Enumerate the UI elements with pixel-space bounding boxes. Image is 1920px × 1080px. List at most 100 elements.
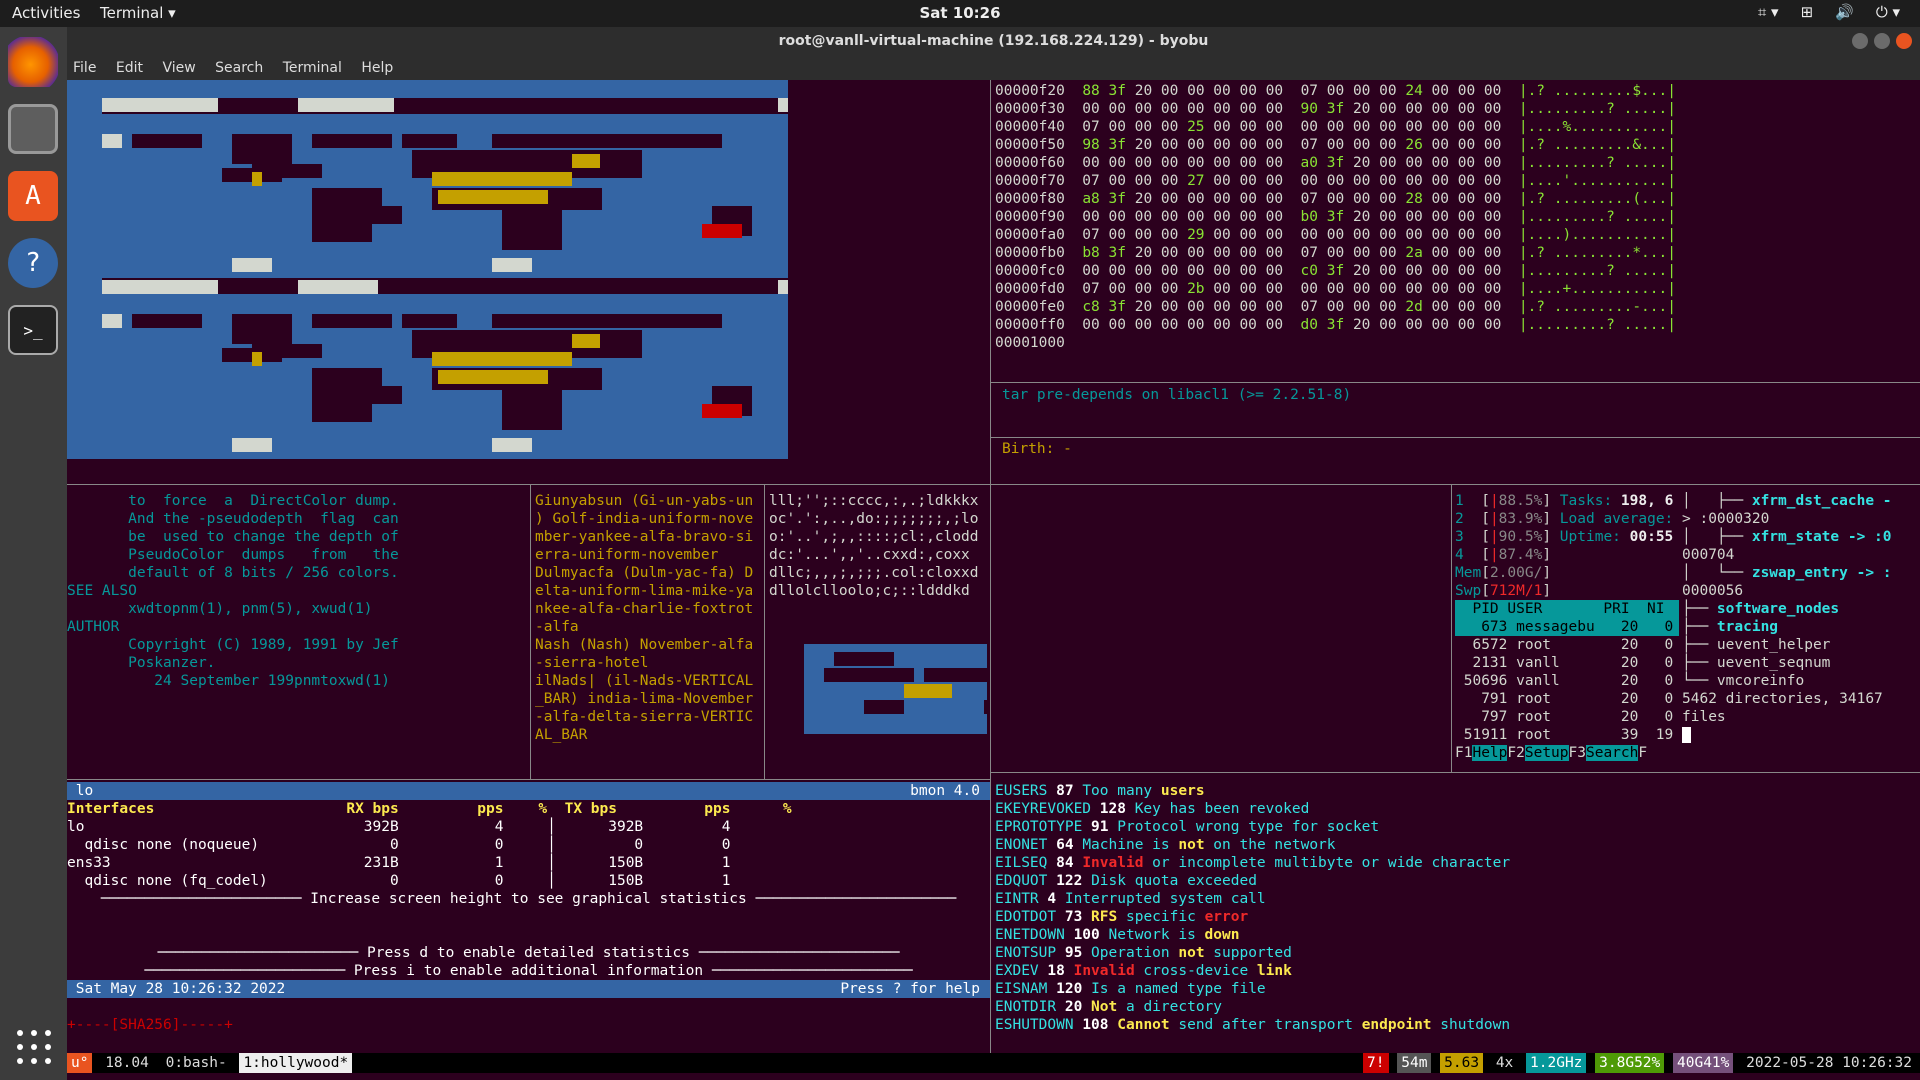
- nato-line: elta-uniform-lima-mike-ya: [535, 583, 754, 599]
- firefox-icon[interactable]: [8, 37, 58, 87]
- help-icon[interactable]: ?: [8, 238, 58, 288]
- manpage-pane[interactable]: to force a DirectColor dump. And the -ps…: [67, 492, 527, 777]
- window-titlebar[interactable]: root@vanll-virtual-machine (192.168.224.…: [67, 27, 1920, 56]
- nato-phonetic-pane[interactable]: Giunyabsun (Gi-un-yabs-un) Golf-india-un…: [535, 492, 763, 777]
- menu-terminal[interactable]: Terminal: [283, 60, 342, 76]
- pane-divider[interactable]: [990, 80, 991, 1053]
- tree-line: ├── software_nodes: [1682, 601, 1840, 617]
- bmon-detail-message: ─────────────────────── Press d to enabl…: [157, 945, 900, 961]
- stat-birth-line: Birth: -: [1002, 441, 1072, 457]
- pane-divider[interactable]: [990, 437, 1920, 438]
- process-row[interactable]: 797 root 20 0: [1455, 708, 1679, 726]
- small-ascii-text: lll;'';::cccc,:,.;ldkkkx oc'.':,..,do:;;;…: [769, 492, 989, 607]
- hexdump-row: 00000f80 a8 3f 20 00 00 00 00 00 07 00 0…: [995, 191, 1676, 207]
- process-row[interactable]: 50696 vanll 20 0: [1455, 672, 1679, 690]
- system-tray[interactable]: ⌗ ▾ ⊞ 🔊 ⏻ ▾: [1758, 3, 1900, 21]
- bmon-interface-row[interactable]: ens33 231B 1 │ 150B 1: [67, 854, 990, 872]
- manpage-line: AUTHOR: [67, 619, 120, 635]
- fkey[interactable]: F1Help: [1455, 745, 1508, 761]
- terminal-icon[interactable]: >_: [8, 305, 58, 355]
- htop-pane[interactable]: 1 [|88.5%] Tasks: 198, 6 2 [|83.9%] Load …: [1455, 492, 1679, 772]
- pane-divider[interactable]: [764, 484, 765, 779]
- terminal-area[interactable]: 00000f20 88 3f 20 00 00 00 00 00 07 00 0…: [67, 80, 1920, 1073]
- show-applications-icon[interactable]: [14, 1027, 54, 1067]
- nato-line: _BAR) india-lima-November: [535, 691, 754, 707]
- nato-line: Giunyabsun (Gi-un-yabs-un: [535, 493, 754, 509]
- manpage-line: Copyright (C) 1989, 1991 by Jef: [67, 637, 399, 653]
- pane-divider[interactable]: [990, 772, 1920, 773]
- nato-line: nkee-alfa-charlie-foxtrot: [535, 601, 754, 617]
- menu-view[interactable]: View: [162, 60, 195, 76]
- cursor: [1682, 726, 1920, 744]
- process-row[interactable]: 51911 root 39 19: [1455, 726, 1679, 744]
- hexdump-row: 00000fd0 07 00 00 00 2b 00 00 00 00 00 0…: [995, 281, 1676, 297]
- nato-line: -alfa: [535, 619, 579, 635]
- menu-help[interactable]: Help: [361, 60, 393, 76]
- pane-divider[interactable]: [530, 484, 531, 779]
- tree-pane[interactable]: │ ├── xfrm_dst_cache - > :0000320 │ ├── xf…: [1682, 492, 1920, 772]
- hexdump-row: 00000f50 98 3f 20 00 00 00 00 00 07 00 0…: [995, 137, 1676, 153]
- process-row[interactable]: 6572 root 20 0: [1455, 636, 1679, 654]
- window-tab-1[interactable]: 1:hollywood*: [239, 1053, 353, 1073]
- clock[interactable]: Sat 10:26: [0, 4, 1920, 22]
- hexdump-pane[interactable]: 00000f20 88 3f 20 00 00 00 00 00 07 00 0…: [995, 82, 1920, 382]
- power-icon[interactable]: ⏻ ▾: [1876, 3, 1900, 21]
- bmon-pane[interactable]: lo bmon 4.0 Interfaces RX bps pps % TX bps…: [67, 782, 990, 1032]
- bmon-interface-row[interactable]: qdisc none (fq_codel) 0 0 │ 150B 1: [67, 872, 990, 890]
- input-method-icon[interactable]: ⌗ ▾: [1758, 3, 1779, 21]
- pane-divider[interactable]: [67, 484, 1920, 485]
- cpu-meter: 3 [|90.5%] Uptime: 00:55: [1455, 529, 1674, 545]
- menu-file[interactable]: File: [73, 60, 96, 76]
- ascii-art-pane: [67, 80, 788, 459]
- bmon-interface-row[interactable]: lo 392B 4 │ 392B 4: [67, 818, 990, 836]
- menu-edit[interactable]: Edit: [116, 60, 143, 76]
- files-icon[interactable]: [8, 104, 58, 154]
- manpage-line: SEE ALSO: [67, 583, 137, 599]
- maximize-button[interactable]: [1874, 33, 1890, 49]
- mem-meter: Mem[2.00G/]: [1455, 565, 1552, 581]
- software-center-icon[interactable]: A: [8, 171, 58, 221]
- process-row[interactable]: 2131 vanll 20 0: [1455, 654, 1679, 672]
- close-button[interactable]: [1896, 33, 1912, 49]
- errno-line: EDOTDOT 73 RFS specific error: [995, 909, 1249, 925]
- volume-icon[interactable]: 🔊: [1835, 3, 1854, 21]
- load-value: 5.63: [1440, 1053, 1484, 1073]
- menu-bar: File Edit View Search Terminal Help: [67, 56, 1920, 80]
- tree-line: └── vmcoreinfo: [1682, 673, 1805, 689]
- hexdump-row: 00000f20 88 3f 20 00 00 00 00 00 07 00 0…: [995, 83, 1676, 99]
- process-row[interactable]: 673 messagebu 20 0: [1455, 618, 1679, 636]
- hexdump-end-offset: 00001000: [995, 335, 1065, 351]
- errno-line: EKEYREVOKED 128 Key has been revoked: [995, 801, 1310, 817]
- hexdump-row: 00000fb0 b8 3f 20 00 00 00 00 00 07 00 0…: [995, 245, 1676, 261]
- hexdump-row: 00000f60 00 00 00 00 00 00 00 00 a0 3f 2…: [995, 155, 1676, 171]
- cpu-meter: 2 [|83.9%] Load average:: [1455, 511, 1674, 527]
- errno-pane[interactable]: EUSERS 87 Too many users EKEYREVOKED 128 …: [995, 782, 1920, 1032]
- process-row[interactable]: 791 root 20 0: [1455, 690, 1679, 708]
- nato-line: Dulmyacfa (Dulm-yac-fa) D: [535, 565, 754, 581]
- pane-divider[interactable]: [67, 779, 990, 780]
- nato-line: -sierra-hotel: [535, 655, 649, 671]
- minimize-button[interactable]: [1852, 33, 1868, 49]
- network-icon[interactable]: ⊞: [1801, 3, 1814, 21]
- menu-search[interactable]: Search: [215, 60, 263, 76]
- cpu-count: 4x: [1495, 1055, 1514, 1071]
- errno-line: ENOTDIR 20 Not a directory: [995, 999, 1223, 1015]
- manpage-line: be used to change the depth of: [67, 529, 399, 545]
- memory-usage: 3.8G52%: [1595, 1053, 1665, 1073]
- fkey[interactable]: F3Search: [1569, 745, 1639, 761]
- fkey[interactable]: F2Setup: [1507, 745, 1569, 761]
- process-table-header[interactable]: PID USER PRI NI: [1455, 600, 1679, 618]
- tree-line: │ ├── xfrm_dst_cache -: [1682, 493, 1892, 509]
- small-ascii-image: [769, 626, 987, 734]
- tree-line: │ ├── xfrm_state -> :0: [1682, 529, 1892, 545]
- bmon-interface-row[interactable]: qdisc none (noqueue) 0 0 │ 0 0: [67, 836, 990, 854]
- pane-divider[interactable]: [990, 382, 1920, 383]
- pane-divider[interactable]: [1451, 484, 1452, 772]
- manpage-line: PseudoColor dumps from the: [67, 547, 399, 563]
- hexdump-row: 00000f70 07 00 00 00 27 00 00 00 00 00 0…: [995, 173, 1676, 189]
- fkey[interactable]: F: [1638, 745, 1647, 761]
- bmon-info-message: ─────────────────────── Press i to enabl…: [144, 963, 913, 979]
- ascii-art-image: [101, 98, 788, 459]
- window-tab-0[interactable]: 0:bash-: [162, 1053, 231, 1073]
- nato-line: erra-uniform-november: [535, 547, 719, 563]
